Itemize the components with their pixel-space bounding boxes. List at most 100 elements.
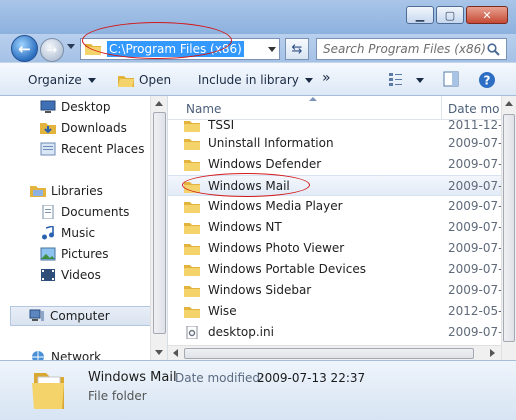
address-path[interactable]: C:\Program Files (x86) <box>107 41 244 57</box>
file-row[interactable]: Windows Defender 2009-07- <box>168 154 503 175</box>
open-button[interactable]: Open <box>118 73 171 87</box>
scroll-up-arrow[interactable] <box>505 101 513 106</box>
title-bar: ▁ ▢ ✕ <box>0 0 516 34</box>
file-row[interactable]: Uninstall Information 2009-07- <box>168 133 503 154</box>
file-date: 2012-05- <box>448 304 503 318</box>
nav-item-recent-places[interactable]: Recent Places <box>40 139 144 159</box>
file-row[interactable]: Windows Sidebar 2009-07- <box>168 280 502 301</box>
sort-ascending-icon <box>309 97 317 101</box>
organize-button[interactable]: Organize <box>28 73 96 87</box>
address-row: ← → C:\Program Files (x86) ⇆ Search Prog… <box>0 22 516 62</box>
window-controls: ▁ ▢ ✕ <box>404 6 508 24</box>
file-name: Windows Portable Devices <box>208 262 366 276</box>
view-options-dropdown[interactable] <box>416 78 424 83</box>
include-in-library-label: Include in library <box>198 73 299 87</box>
more-commands-button[interactable]: » <box>322 70 331 86</box>
nav-item-desktop[interactable]: Desktop <box>40 97 111 117</box>
column-name-header[interactable]: Name <box>186 102 221 116</box>
forward-button[interactable]: → <box>40 38 64 62</box>
folder-icon <box>184 139 200 150</box>
refresh-button[interactable]: ⇆ <box>285 38 309 60</box>
file-row[interactable]: desktop.ini 2009-07- <box>168 322 503 343</box>
scroll-down-arrow[interactable] <box>155 350 163 355</box>
folder-icon <box>184 286 200 297</box>
nav-item-downloads[interactable]: Downloads <box>40 118 127 138</box>
search-placeholder: Search Program Files (x86) <box>323 42 486 56</box>
chevron-down-icon <box>304 77 313 83</box>
minimize-button[interactable]: ▁ <box>406 6 434 24</box>
close-button[interactable]: ✕ <box>466 6 508 24</box>
nav-item-music[interactable]: Music <box>40 223 95 243</box>
view-options-icon[interactable] <box>388 71 404 87</box>
file-row-selected[interactable]: Windows Mail 2009-07- <box>168 175 502 196</box>
scroll-thumb[interactable] <box>503 114 515 342</box>
forward-arrow-icon: → <box>46 42 58 58</box>
downloads-icon <box>40 123 56 134</box>
file-name: Windows Defender <box>208 157 322 171</box>
navigation-pane: Desktop Downloads Recent Places Librarie… <box>0 96 168 360</box>
documents-icon <box>42 205 54 219</box>
folder-icon <box>184 223 200 234</box>
address-bar[interactable]: C:\Program Files (x86) <box>80 38 280 60</box>
nav-label: Computer <box>50 309 110 323</box>
details-item-name: Windows Mail <box>88 370 177 385</box>
folder-icon <box>184 265 200 276</box>
file-name: Windows NT <box>208 220 282 234</box>
file-name: Windows Photo Viewer <box>208 241 345 255</box>
maximize-button[interactable]: ▢ <box>436 6 464 24</box>
file-date: 2009-07- <box>448 220 503 234</box>
back-arrow-icon: ← <box>18 39 31 58</box>
computer-icon <box>29 309 44 321</box>
folder-icon <box>184 244 200 255</box>
file-list: Name Date mo TSSI 2011-12- Uninstall Inf… <box>168 96 516 360</box>
file-date: 2009-07- <box>448 136 503 150</box>
back-button[interactable]: ← <box>11 35 38 62</box>
scroll-left-arrow[interactable] <box>173 349 178 357</box>
address-dropdown-arrow[interactable] <box>268 47 276 52</box>
scroll-right-arrow[interactable] <box>490 349 495 357</box>
include-in-library-button[interactable]: Include in library <box>198 73 313 87</box>
horizontal-scrollbar[interactable] <box>168 345 501 360</box>
scroll-up-arrow[interactable] <box>155 101 163 106</box>
organize-label: Organize <box>28 73 82 87</box>
pictures-icon <box>40 247 56 261</box>
file-row[interactable]: Windows Portable Devices 2009-07- <box>168 259 502 280</box>
scroll-thumb[interactable] <box>153 112 166 334</box>
nav-item-computer[interactable]: Computer <box>10 306 160 326</box>
file-row[interactable]: Windows Media Player 2009-07- <box>168 196 502 217</box>
nav-item-network[interactable]: Network <box>30 347 101 360</box>
file-row[interactable]: Windows Photo Viewer 2009-07- <box>168 238 502 259</box>
file-row[interactable]: Windows NT 2009-07- <box>168 217 503 238</box>
file-name: Windows Mail <box>208 179 290 193</box>
details-pane: Windows Mail File folder Date modified: … <box>0 360 516 420</box>
nav-label: Documents <box>61 205 130 219</box>
help-icon[interactable]: ? <box>478 71 496 89</box>
navigation-scrollbar[interactable] <box>150 96 167 360</box>
preview-pane-icon[interactable] <box>443 71 459 87</box>
file-name: Windows Media Player <box>208 199 343 213</box>
open-label: Open <box>139 73 172 87</box>
music-icon <box>42 226 54 240</box>
file-row[interactable]: Wise 2012-05- <box>168 301 503 322</box>
nav-label: Pictures <box>61 247 109 261</box>
file-name: Wise <box>208 304 237 318</box>
file-name: Uninstall Information <box>208 136 334 150</box>
nav-item-documents[interactable]: Documents <box>40 202 129 222</box>
nav-item-videos[interactable]: Videos <box>40 265 101 285</box>
nav-item-libraries[interactable]: Libraries <box>30 181 103 201</box>
search-input[interactable]: Search Program Files (x86) <box>316 38 507 60</box>
file-date: 2009-07- <box>448 325 503 339</box>
open-folder-icon <box>118 75 134 87</box>
file-date: 2011-12- <box>448 118 503 132</box>
file-list-scrollbar[interactable] <box>501 96 516 360</box>
file-name: Windows Sidebar <box>208 283 312 297</box>
videos-icon <box>41 269 55 281</box>
command-bar: Organize Open Include in library » ? <box>0 62 516 96</box>
search-icon[interactable] <box>487 43 500 56</box>
recent-pages-dropdown[interactable] <box>67 44 75 49</box>
nav-item-pictures[interactable]: Pictures <box>40 244 109 264</box>
file-date: 2009-07- <box>448 157 503 171</box>
column-date-header[interactable]: Date mo <box>448 102 500 116</box>
refresh-icon: ⇆ <box>291 41 303 57</box>
scroll-thumb[interactable] <box>184 348 474 359</box>
